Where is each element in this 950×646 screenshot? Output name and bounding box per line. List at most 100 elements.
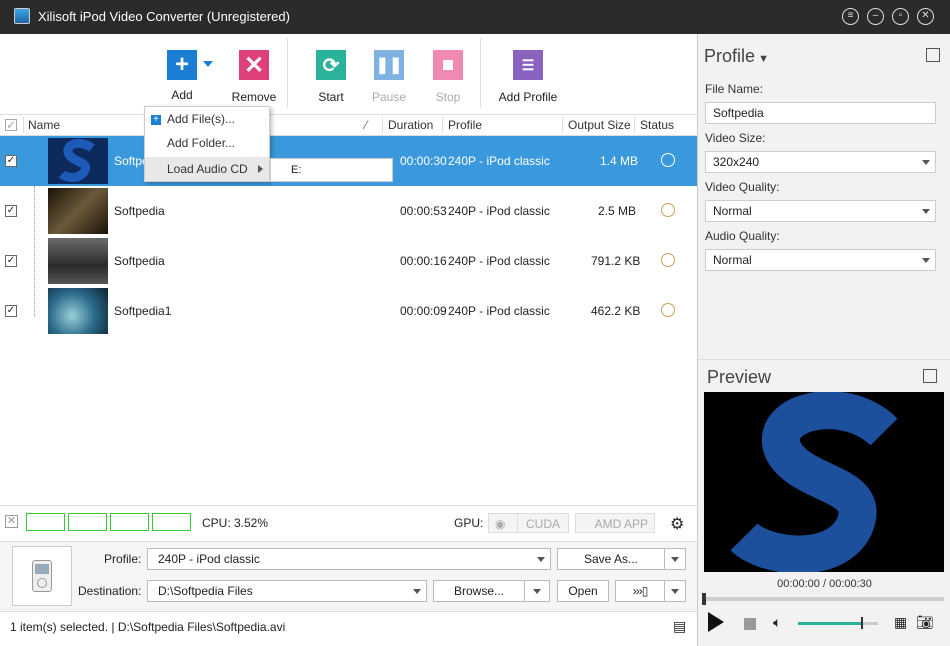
select-all-checkbox[interactable]: ✓ bbox=[5, 119, 17, 131]
pause-button[interactable]: ❚❚ Pause bbox=[368, 50, 410, 104]
cpu-label: CPU: 3.52% bbox=[202, 516, 269, 530]
save-as-dropdown[interactable] bbox=[664, 548, 686, 570]
row-checkbox[interactable]: ✓ bbox=[5, 255, 17, 267]
pause-icon: ❚❚ bbox=[374, 50, 404, 80]
cpu-graph bbox=[152, 513, 191, 531]
video-thumbnail bbox=[48, 138, 108, 184]
destination-label: Destination: bbox=[78, 584, 142, 598]
x-icon: ✕ bbox=[239, 50, 269, 80]
gear-icon[interactable]: ⚙ bbox=[670, 514, 684, 534]
browse-dropdown[interactable] bbox=[524, 580, 550, 602]
destination-select[interactable]: D:\Softpedia Files bbox=[147, 580, 427, 602]
submenu-drive-e[interactable]: E: bbox=[270, 158, 393, 182]
stop-button[interactable]: Stop bbox=[428, 50, 468, 104]
clock-icon bbox=[661, 203, 675, 217]
save-as-button[interactable]: Save As... bbox=[557, 548, 665, 570]
open-button[interactable]: Open bbox=[557, 580, 609, 602]
remove-button[interactable]: ✕ Remove bbox=[230, 50, 278, 104]
softpedia-logo-frame bbox=[730, 392, 898, 572]
log-icon[interactable]: ▤ bbox=[673, 618, 686, 635]
cpu-graph bbox=[68, 513, 107, 531]
volume-icon[interactable]: 🔈︎ bbox=[773, 614, 781, 631]
audio-quality-label: Audio Quality: bbox=[705, 229, 780, 243]
column-duration[interactable]: Duration bbox=[388, 118, 433, 132]
seek-bar[interactable] bbox=[702, 593, 944, 605]
close-icon[interactable]: ✕ bbox=[917, 8, 934, 25]
play-icon[interactable] bbox=[708, 612, 724, 632]
profile-panel-title[interactable]: Profile ▼ bbox=[704, 46, 769, 67]
cpu-bar: ✕ CPU: 3.52% GPU: ◉ CUDA AMD APP ⚙ bbox=[0, 505, 697, 541]
profile-select[interactable]: 240P - iPod classic bbox=[147, 548, 551, 570]
amd-app-button[interactable]: AMD APP bbox=[575, 513, 655, 533]
video-quality-select[interactable]: Normal bbox=[705, 200, 936, 222]
add-button[interactable]: + Add bbox=[160, 50, 204, 102]
gpu-label: GPU: bbox=[454, 516, 484, 530]
edit-name-icon[interactable]: ⁄ bbox=[365, 118, 367, 132]
toolbar-divider bbox=[480, 38, 481, 108]
cuda-button[interactable]: CUDA bbox=[517, 513, 569, 533]
video-thumbnail bbox=[48, 288, 108, 334]
video-thumbnail bbox=[48, 188, 108, 234]
add-dropdown-arrow-icon[interactable] bbox=[203, 61, 213, 67]
column-name[interactable]: Name bbox=[28, 118, 60, 132]
app-icon bbox=[14, 8, 30, 24]
profile-panel: Profile ▼ File Name: Softpedia Video Siz… bbox=[697, 34, 950, 646]
menu-item-add-folder[interactable]: Add Folder... bbox=[145, 131, 269, 155]
file-name-label: File Name: bbox=[705, 82, 764, 96]
column-output-size[interactable]: Output Size bbox=[568, 118, 631, 132]
volume-handle[interactable] bbox=[861, 617, 863, 629]
start-button[interactable]: ⟳ Start bbox=[310, 50, 352, 104]
minimize-icon[interactable]: – bbox=[867, 8, 884, 25]
output-settings: Profile: 240P - iPod classic Save As... … bbox=[0, 541, 697, 611]
table-row[interactable]: ✓ Softpedia1 00:00:09 240P - iPod classi… bbox=[0, 286, 697, 336]
row-checkbox[interactable]: ✓ bbox=[5, 305, 17, 317]
video-size-label: Video Size: bbox=[705, 131, 766, 145]
menu-icon[interactable]: ≡ bbox=[842, 8, 859, 25]
video-size-select[interactable]: 320x240 bbox=[705, 151, 936, 173]
row-checkbox[interactable]: ✓ bbox=[5, 155, 17, 167]
file-name-field[interactable]: Softpedia bbox=[705, 102, 936, 124]
window-title: Xilisoft iPod Video Converter (Unregiste… bbox=[38, 9, 290, 24]
file-list-header: ✓ Name ⁄ Duration Profile Output Size St… bbox=[0, 114, 697, 136]
table-row[interactable]: ✓ Softpedia 00:00:53 240P - iPod classic… bbox=[0, 186, 697, 236]
stop-icon bbox=[433, 50, 463, 80]
video-thumbnail bbox=[48, 238, 108, 284]
device-icon bbox=[12, 546, 72, 606]
preview-video[interactable] bbox=[704, 392, 944, 572]
close-graph-icon[interactable]: ✕ bbox=[5, 515, 18, 528]
audio-quality-select[interactable]: Normal bbox=[705, 249, 936, 271]
clock-icon bbox=[661, 253, 675, 267]
expand-icon[interactable] bbox=[926, 48, 940, 62]
preview-time: 00:00:00 / 00:00:30 bbox=[777, 578, 872, 590]
restore-icon[interactable]: ▫ bbox=[892, 8, 909, 25]
preview-title: Preview bbox=[707, 367, 772, 387]
transfer-dropdown[interactable] bbox=[664, 580, 686, 602]
cpu-graph bbox=[110, 513, 149, 531]
add-menu: + Add File(s)... Add Folder... Load Audi… bbox=[144, 106, 270, 182]
menu-item-load-audio-cd[interactable]: Load Audio CD bbox=[145, 157, 269, 181]
row-checkbox[interactable]: ✓ bbox=[5, 205, 17, 217]
stop-icon[interactable] bbox=[744, 618, 756, 630]
camera-icon[interactable]: 📷︎ bbox=[916, 614, 934, 631]
volume-fill bbox=[798, 622, 862, 625]
table-row[interactable]: ✓ Softpedia 00:00:16 240P - iPod classic… bbox=[0, 236, 697, 286]
profile-label: Profile: bbox=[104, 552, 142, 566]
column-status[interactable]: Status bbox=[640, 118, 674, 132]
column-profile[interactable]: Profile bbox=[448, 118, 482, 132]
status-text: 1 item(s) selected. | D:\Softpedia Files… bbox=[10, 620, 286, 634]
toolbar-divider bbox=[287, 38, 288, 108]
plus-icon: + bbox=[167, 50, 197, 80]
nvidia-icon: ◉ bbox=[488, 513, 518, 533]
cpu-graph bbox=[26, 513, 65, 531]
transfer-to-device-button[interactable]: ›››▯ bbox=[615, 580, 665, 602]
browse-button[interactable]: Browse... bbox=[433, 580, 525, 602]
refresh-icon: ⟳ bbox=[316, 50, 346, 80]
seek-handle[interactable] bbox=[702, 593, 706, 605]
status-bar: 1 item(s) selected. | D:\Softpedia Files… bbox=[0, 611, 697, 646]
clock-icon bbox=[661, 153, 675, 167]
menu-item-add-files[interactable]: Add File(s)... bbox=[145, 107, 269, 131]
add-profile-button[interactable]: ☰ Add Profile bbox=[496, 50, 560, 104]
snapshot-list-icon[interactable]: ▦ bbox=[894, 614, 907, 631]
expand-icon[interactable] bbox=[923, 369, 937, 383]
volume-slider[interactable] bbox=[798, 617, 878, 629]
